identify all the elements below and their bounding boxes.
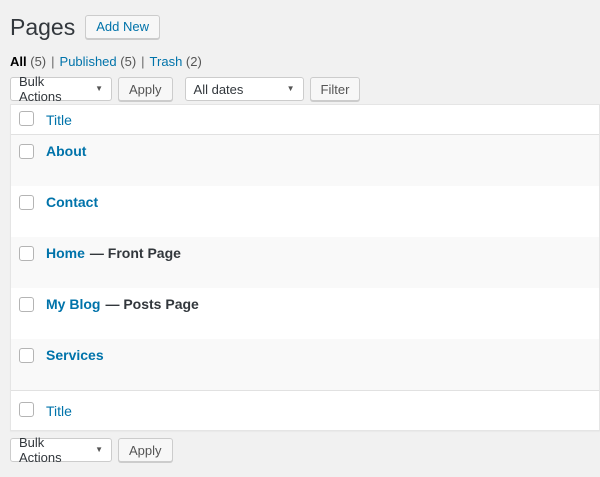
table-body: About Contact Home — Front Page My Blog — … xyxy=(11,135,599,390)
row-checkbox[interactable] xyxy=(19,246,34,261)
table-footer-row: Title xyxy=(11,390,599,430)
chevron-down-icon: ▼ xyxy=(286,84,295,93)
row-checkbox[interactable] xyxy=(19,348,34,363)
post-state-label: — Posts Page xyxy=(105,296,199,312)
tablenav-bottom: Bulk Actions ▼ Apply xyxy=(10,435,600,465)
table-header-row: Title xyxy=(11,105,599,135)
dates-filter-select[interactable]: All dates ▼ xyxy=(184,77,304,101)
row-checkbox[interactable] xyxy=(19,144,34,159)
chevron-down-icon: ▼ xyxy=(95,445,103,454)
page-title-link[interactable]: Contact xyxy=(46,194,98,210)
view-trash-link[interactable]: Trash xyxy=(150,54,183,69)
table-row: Contact xyxy=(11,186,599,237)
table-row: Services xyxy=(11,339,599,390)
tablenav-top: Bulk Actions ▼ Apply All dates ▼ Filter xyxy=(10,74,600,104)
bulk-actions-select-bottom[interactable]: Bulk Actions ▼ xyxy=(10,435,112,465)
select-all-checkbox[interactable] xyxy=(19,401,34,417)
view-trash-count: (2) xyxy=(185,54,202,69)
view-all-link[interactable]: All (5) xyxy=(10,54,46,69)
table-row: Home — Front Page xyxy=(11,237,599,288)
table-footer: Title xyxy=(11,390,599,430)
view-published-link[interactable]: Published xyxy=(60,54,117,69)
apply-button-bottom[interactable]: Apply xyxy=(118,438,173,462)
page-title: Pages xyxy=(10,14,76,40)
select-all-checkbox[interactable] xyxy=(19,110,34,126)
table-row: My Blog — Posts Page xyxy=(11,288,599,339)
page-header: Pages Add New xyxy=(10,0,600,40)
page-title-link[interactable]: Services xyxy=(46,347,104,363)
view-filter-links: All (5) | Published (5) | Trash (2) xyxy=(10,54,600,69)
filter-button[interactable]: Filter xyxy=(309,77,361,101)
view-separator: | xyxy=(51,54,55,69)
title-column-footer[interactable]: Title xyxy=(46,403,72,419)
row-checkbox[interactable] xyxy=(19,195,34,210)
page-title-link[interactable]: My Blog xyxy=(46,296,100,312)
chevron-down-icon: ▼ xyxy=(95,84,103,93)
table-header: Title xyxy=(11,105,599,135)
pages-list-table: Title About Contact Home — Front Page My … xyxy=(10,104,600,431)
table-row: About xyxy=(11,135,599,186)
title-column-header[interactable]: Title xyxy=(46,112,72,128)
view-separator: | xyxy=(141,54,145,69)
page-title-link[interactable]: Home xyxy=(46,245,85,261)
view-all-count: (5) xyxy=(30,54,47,69)
post-state-label: — Front Page xyxy=(89,245,181,261)
pages-admin-screen: Pages Add New All (5) | Published (5) | Tras… xyxy=(10,0,600,465)
row-checkbox[interactable] xyxy=(19,297,34,312)
view-published-count: (5) xyxy=(120,54,137,69)
bulk-actions-select[interactable]: Bulk Actions ▼ xyxy=(10,74,112,104)
page-title-link[interactable]: About xyxy=(46,143,86,159)
apply-button[interactable]: Apply xyxy=(118,77,173,101)
add-new-button[interactable]: Add New xyxy=(85,15,160,39)
